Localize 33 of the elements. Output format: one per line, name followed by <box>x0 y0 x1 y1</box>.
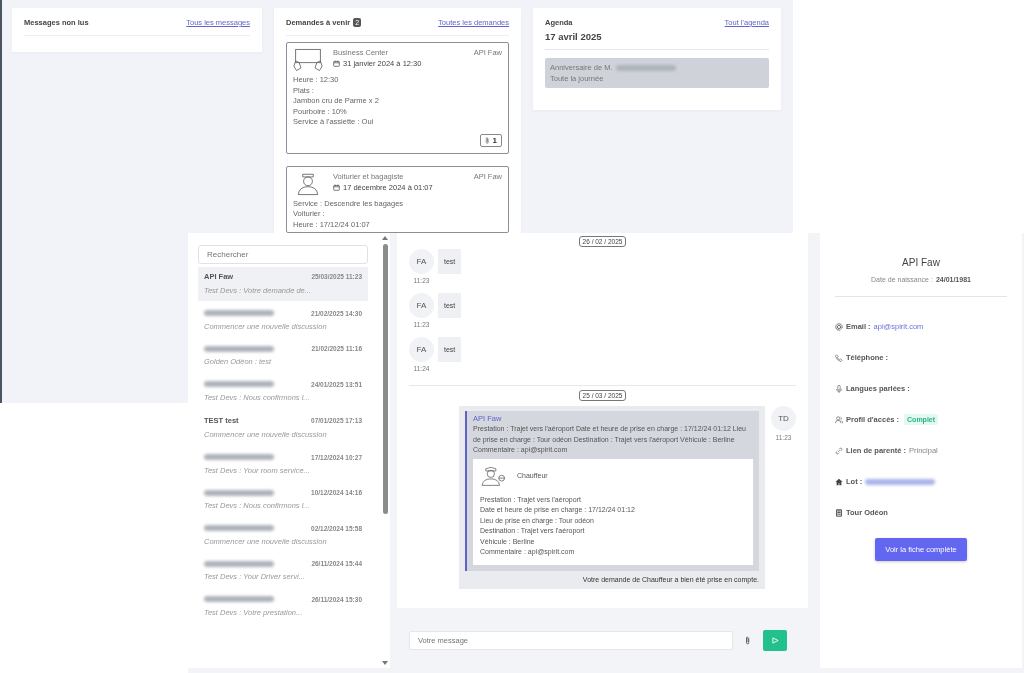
avatar: TD <box>771 406 796 431</box>
scroll-down-icon[interactable] <box>382 661 388 665</box>
avatar: FA <box>409 337 434 362</box>
search-field[interactable]: Rechercher <box>198 245 368 264</box>
chauffeur-icon <box>480 464 506 487</box>
microphone-icon <box>835 384 843 393</box>
at-sign-icon <box>835 322 843 331</box>
home-icon <box>835 477 843 486</box>
users-icon <box>835 415 843 424</box>
blurred-name <box>204 596 274 602</box>
send-icon <box>771 637 779 644</box>
blurred-name <box>204 454 274 460</box>
link-icon <box>835 446 843 455</box>
blurred-name <box>204 489 274 496</box>
agenda-date: 17 avril 2025 <box>545 31 603 42</box>
attachment-count[interactable]: 1 <box>479 133 502 147</box>
blurred-name <box>204 310 274 316</box>
blurred-name <box>204 381 274 387</box>
scrollbar-thumb[interactable] <box>382 244 388 514</box>
avatar: FA <box>409 293 434 318</box>
blurred-name <box>204 560 274 567</box>
blurred-name <box>204 525 274 531</box>
building-icon <box>835 508 843 517</box>
tablet-hands-icon <box>293 48 323 72</box>
profile-name: API Faw <box>901 257 941 268</box>
calendar-icon <box>333 183 340 191</box>
calendar-icon <box>333 60 340 67</box>
scroll-up-icon[interactable] <box>382 236 388 240</box>
avatar: FA <box>409 249 434 274</box>
phone-icon <box>835 353 843 362</box>
paperclip-icon <box>484 135 490 145</box>
paperclip-icon[interactable] <box>745 636 751 645</box>
blurred-name <box>204 345 274 352</box>
